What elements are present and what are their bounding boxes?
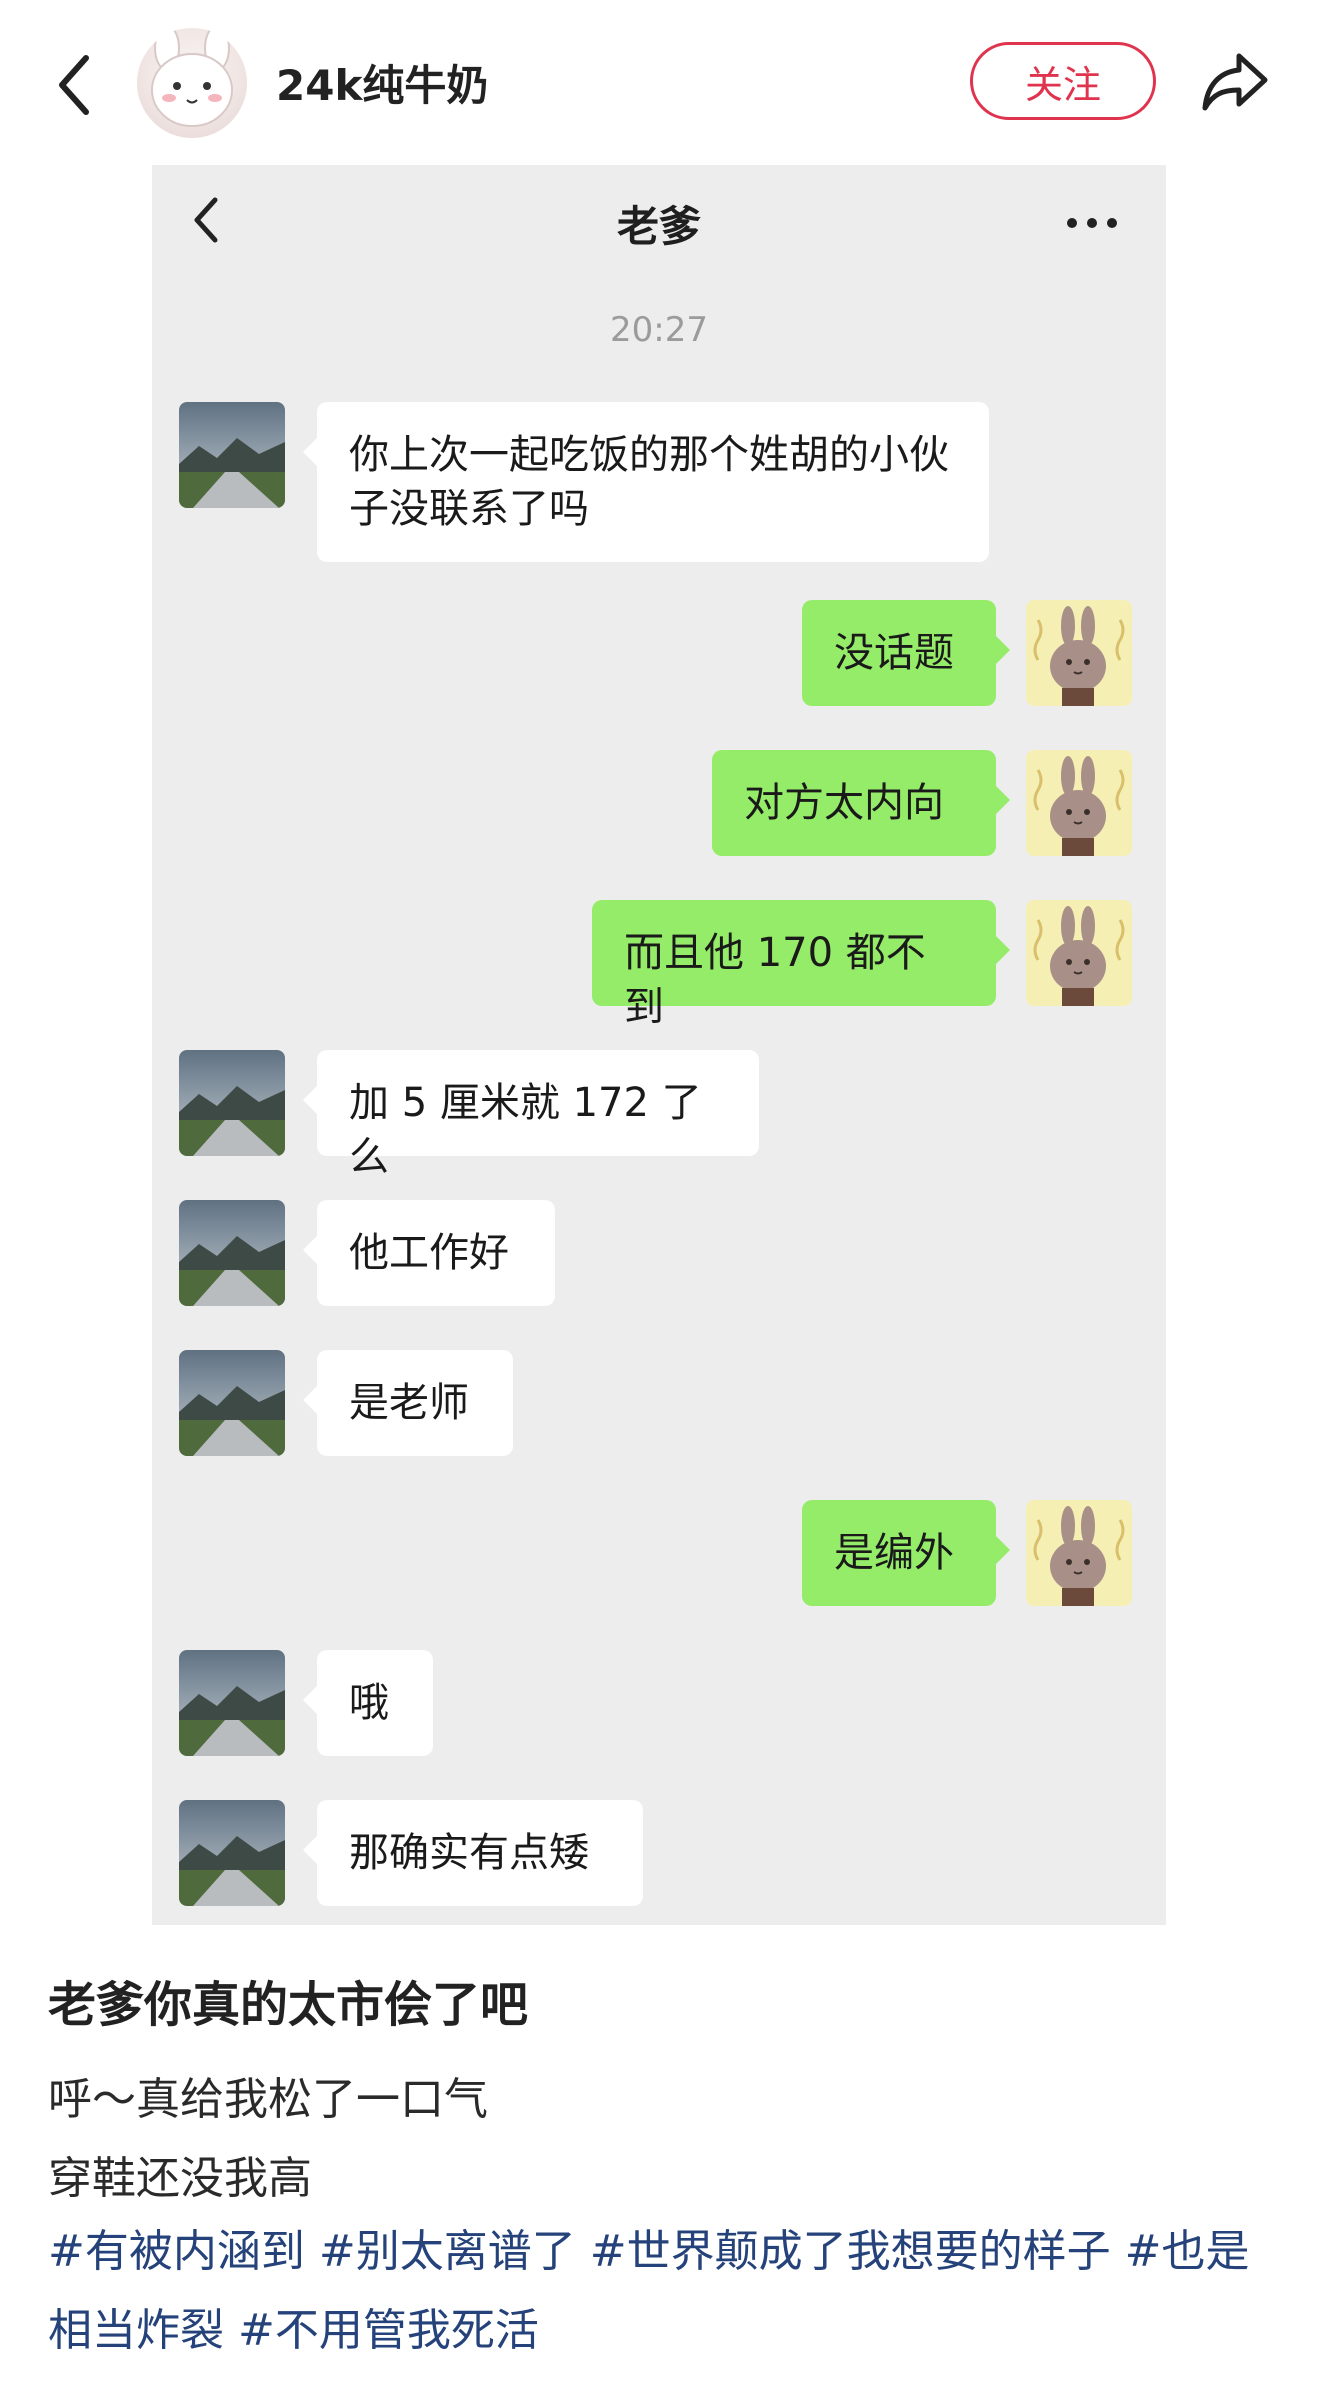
message-bubble[interactable]: 他工作好 (303, 1200, 555, 1306)
outgoing-message: 是编外 (152, 1500, 1166, 1606)
message-bubble[interactable]: 哦 (303, 1650, 433, 1756)
hashtag-link[interactable]: #有被内涵到 (48, 2226, 305, 2277)
chat-header: 老爹 (152, 165, 1166, 275)
hashtag-link[interactable]: #不用管我死活 (238, 2305, 539, 2356)
incoming-message: 加 5 厘米就 172 了么 (152, 1050, 1166, 1180)
hashtag-link[interactable]: #别太离谱了 (319, 2226, 576, 2277)
hashtag-link[interactable]: #世界颠成了我想要的样子 (590, 2226, 1111, 2277)
incoming-message: 你上次一起吃饭的那个姓胡的小伙子没联系了吗 (152, 402, 1166, 562)
share-button[interactable] (1195, 42, 1275, 122)
share-icon (1202, 53, 1268, 111)
chat-timestamp: 20:27 (610, 310, 708, 350)
my-avatar[interactable] (1026, 600, 1132, 706)
my-avatar[interactable] (1026, 900, 1132, 1006)
top-bar: 24k纯牛奶 关注 (0, 0, 1320, 165)
hashtag-list: #有被内涵到 #别太离谱了 #世界颠成了我想要的样子 #也是相当炸裂 #不用管我死活 (48, 2212, 1278, 2370)
my-avatar[interactable] (1026, 750, 1132, 856)
chat-title: 老爹 (616, 202, 701, 251)
my-avatar[interactable] (1026, 1500, 1132, 1606)
message-bubble[interactable]: 那确实有点矮 (303, 1800, 643, 1906)
sender-avatar[interactable] (179, 1050, 285, 1156)
message-bubble[interactable]: 没话题 (802, 600, 1010, 706)
outgoing-message: 对方太内向 (152, 750, 1166, 856)
sender-avatar[interactable] (179, 402, 285, 508)
back-button[interactable] (48, 40, 108, 130)
message-bubble[interactable]: 是老师 (303, 1350, 513, 1456)
bunny-avatar-icon (151, 28, 233, 127)
message-bubble[interactable]: 你上次一起吃饭的那个姓胡的小伙子没联系了吗 (303, 402, 989, 562)
post-title: 老爹你真的太市侩了吧 (48, 1977, 529, 2033)
more-icon (1062, 213, 1122, 233)
incoming-message: 是老师 (152, 1350, 1166, 1456)
message-bubble[interactable]: 对方太内向 (712, 750, 1010, 856)
post-line: 呼～真给我松了一口气 (48, 2074, 488, 2125)
sender-avatar[interactable] (179, 1800, 285, 1906)
follow-button[interactable]: 关注 (970, 42, 1156, 120)
message-bubble[interactable]: 而且他 170 都不到 (592, 900, 1010, 1030)
incoming-message: 哦 (152, 1650, 1166, 1756)
sender-avatar[interactable] (179, 1650, 285, 1756)
message-bubble[interactable]: 是编外 (802, 1500, 1010, 1606)
outgoing-message: 而且他 170 都不到 (152, 900, 1166, 1030)
chat-screenshot[interactable]: 老爹 20:27 你上次一起吃饭的那个姓胡的小伙子没联系了吗没话题对方太内向而且… (152, 165, 1166, 1925)
incoming-message: 他工作好 (152, 1200, 1166, 1306)
avatar[interactable] (137, 28, 247, 138)
sender-avatar[interactable] (179, 1200, 285, 1306)
sender-avatar[interactable] (179, 1350, 285, 1456)
post-line: 穿鞋还没我高 (48, 2153, 312, 2204)
outgoing-message: 没话题 (152, 600, 1166, 706)
user-name[interactable]: 24k纯牛奶 (276, 52, 488, 113)
incoming-message: 那确实有点矮 (152, 1800, 1166, 1906)
chevron-left-icon (59, 55, 89, 115)
message-bubble[interactable]: 加 5 厘米就 172 了么 (303, 1050, 759, 1180)
